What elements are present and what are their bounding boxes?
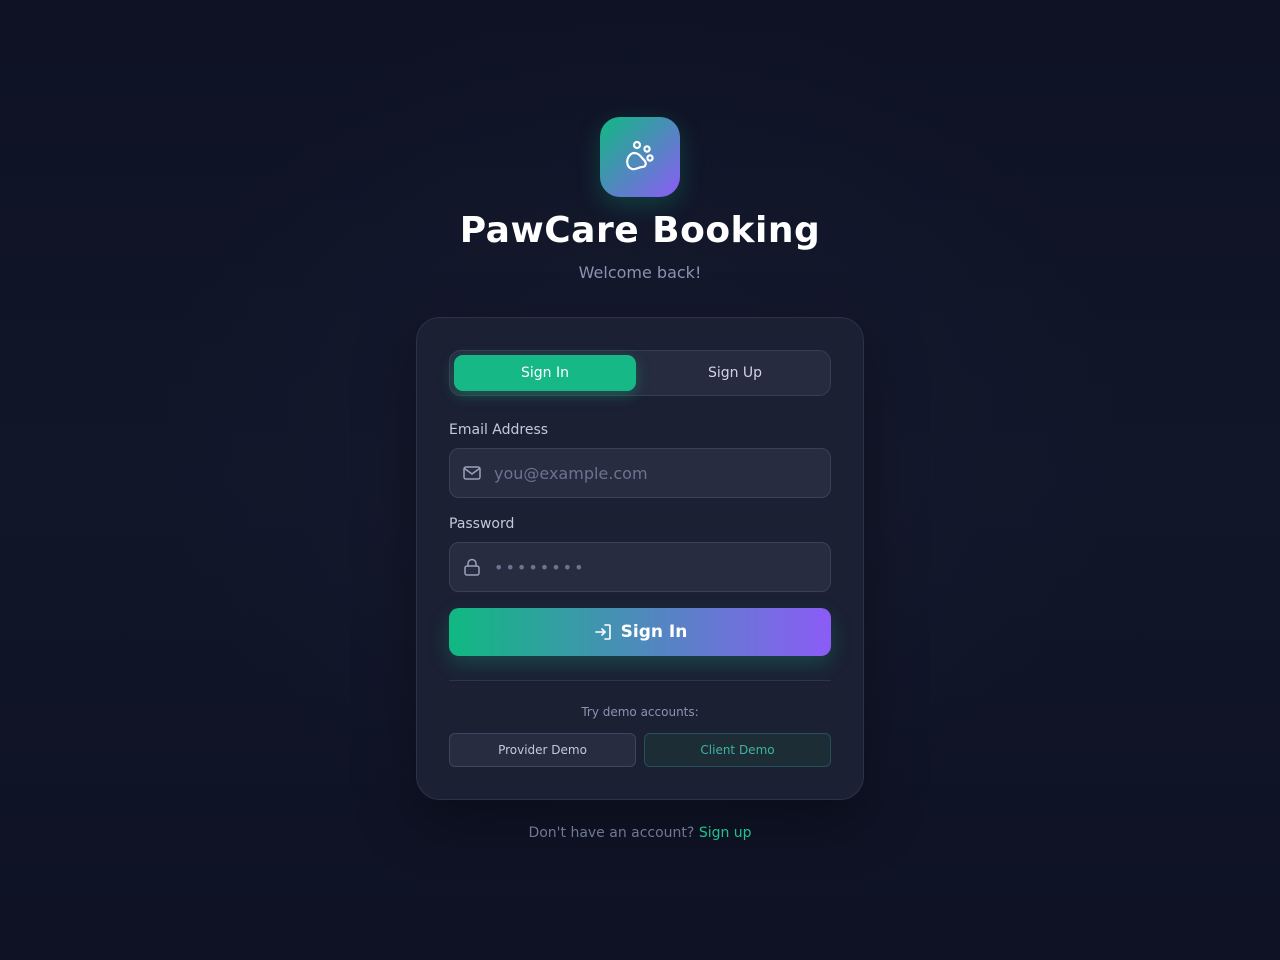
lock-icon [464, 558, 480, 576]
signup-prompt: Don't have an account? Sign up [0, 825, 1280, 841]
login-icon [594, 624, 611, 640]
demo-accounts-label: Try demo accounts: [581, 705, 699, 719]
divider [449, 680, 831, 681]
sign-in-button[interactable]: Sign In [449, 608, 831, 656]
email-input[interactable] [494, 449, 824, 497]
sign-up-link[interactable]: Sign up [699, 825, 752, 841]
welcome-subtitle: Welcome back! [578, 263, 702, 282]
paw-icon [626, 140, 654, 171]
email-field-wrapper[interactable] [449, 448, 831, 498]
tab-sign-up[interactable]: Sign Up [644, 355, 826, 391]
auth-tabs: Sign In Sign Up [449, 350, 831, 396]
password-input[interactable] [494, 543, 824, 591]
password-field-wrapper[interactable] [449, 542, 831, 592]
tab-sign-in[interactable]: Sign In [454, 355, 636, 391]
app-logo [600, 117, 680, 197]
client-demo-button[interactable]: Client Demo [644, 733, 831, 767]
password-label: Password [449, 516, 515, 532]
app-title: PawCare Booking [459, 210, 821, 251]
sign-in-button-label: Sign In [620, 622, 688, 642]
auth-card: Sign In Sign Up Email Address Password S… [416, 317, 864, 800]
provider-demo-button[interactable]: Provider Demo [449, 733, 636, 767]
email-label: Email Address [449, 422, 549, 438]
mail-icon [463, 466, 481, 480]
signup-prompt-text: Don't have an account? [528, 825, 695, 841]
